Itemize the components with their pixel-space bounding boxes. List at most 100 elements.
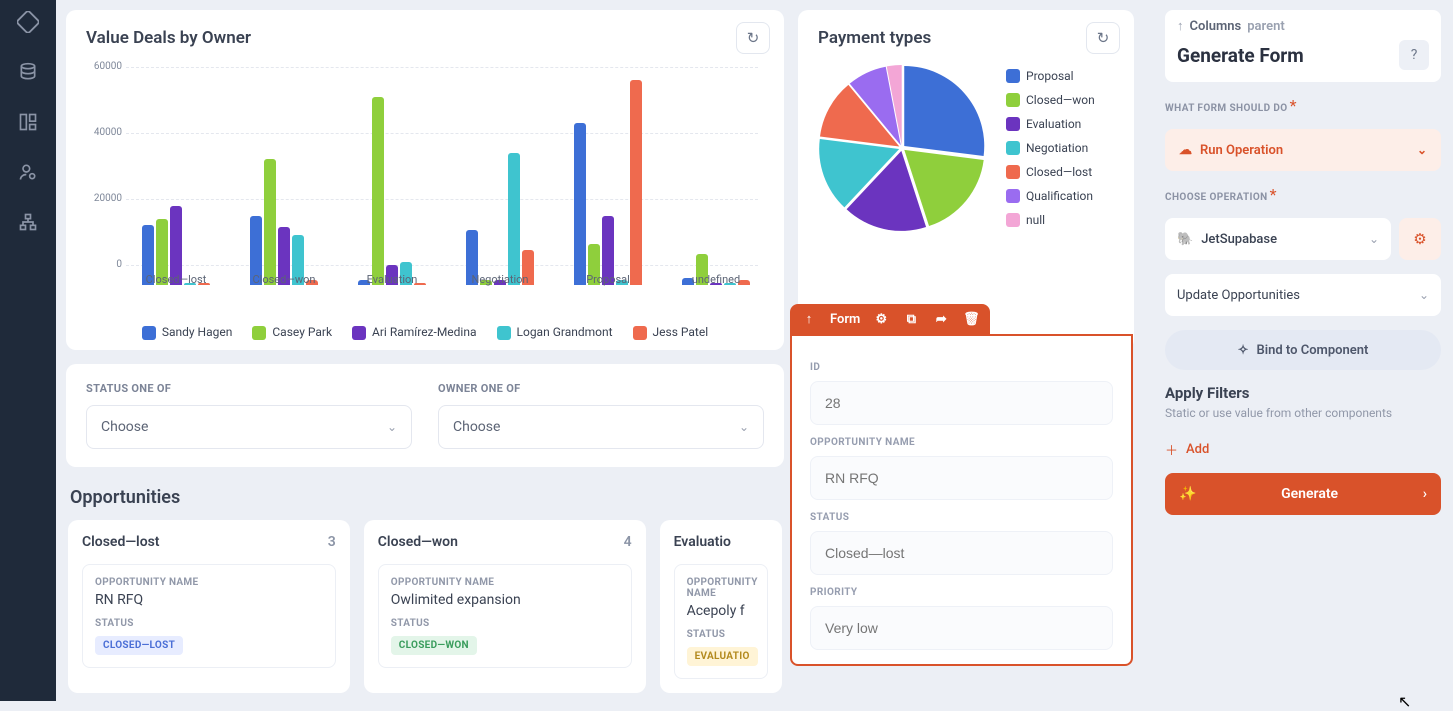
opportunity-name: Owlimited expansion [391,592,619,608]
operation-action-select[interactable]: Update Opportunities ⌄ [1165,274,1441,316]
form-selection-toolbar: ↑ Form ⚙ ⧉ ➦ 🗑 [790,304,990,334]
chevron-down-icon: ⌄ [1417,143,1427,157]
chevron-down-icon: ⌄ [1369,232,1379,246]
column-title: Evaluatio [674,534,731,550]
pie-chart-card: Payment types ↻ ProposalClosed—wonEvalua… [798,10,1134,350]
bar-chart-legend: Sandy HagenCasey ParkAri Ramírez-MedinaL… [86,325,764,340]
gear-icon[interactable]: ⚙ [872,310,890,328]
opportunity-name: RN RFQ [95,592,323,608]
form-component[interactable]: ID OPPORTUNITY NAME STATUS PRIORITY [790,334,1133,666]
pie-legend: ProposalClosed—wonEvaluationNegotiationC… [1006,69,1095,227]
chooseop-label: CHOOSE OPERATION [1165,192,1268,203]
panel-title: Generate Form [1177,44,1304,67]
form-status-label: STATUS [810,512,1113,523]
add-filter-button[interactable]: ＋ Add [1165,440,1441,459]
status-filter-label: STATUS ONE OF [86,382,412,395]
kanban-column: Evaluatio OPPORTUNITY NAME Acepoly f STATUS… [660,520,782,693]
chevron-right-icon: › [1423,486,1427,502]
right-panel: ↑ Columns parent Generate Form ? WHAT FO… [1153,0,1453,701]
layout-icon[interactable] [14,108,42,136]
operation-source-select[interactable]: 🐘 JetSupabase ⌄ [1165,218,1391,260]
form-id-input[interactable] [810,381,1113,425]
field-label: STATUS [391,618,619,629]
chevron-down-icon: ⌄ [1419,288,1429,302]
bar-chart-plot: 0200004000060000Closed—lostClosed—wonEva… [126,60,764,285]
pie-chart [818,64,986,232]
opportunity-name: Acepoly f [687,603,755,619]
field-label: STATUS [95,618,323,629]
magic-wand-icon: ✨ [1179,486,1196,502]
form-name-label: OPPORTUNITY NAME [810,437,1113,448]
generate-label: Generate [1196,486,1422,502]
bar-chart-card: Value Deals by Owner ↻ 0200004000060000C… [66,10,784,350]
form-priority-label: PRIORITY [810,587,1113,598]
field-label: OPPORTUNITY NAME [95,577,323,588]
run-operation-select[interactable]: ☁ Run Operation ⌄ [1165,129,1441,171]
bind-label: Bind to Component [1256,343,1368,358]
opportunity-card[interactable]: OPPORTUNITY NAMERN RFQSTATUSCLOSED—LOST [82,564,336,668]
opportunities-heading: Opportunities [70,487,782,508]
form-name-input[interactable] [810,456,1113,500]
field-label: STATUS [687,629,755,640]
plus-icon: ＋ [1165,440,1178,459]
sitemap-icon[interactable] [14,208,42,236]
field-label: OPPORTUNITY NAME [391,577,619,588]
filters-card: STATUS ONE OF Choose ⌄ OWNER ONE OF Choo… [66,364,784,467]
add-filter-label: Add [1186,442,1209,457]
form-status-input[interactable] [810,531,1113,575]
column-title: Closed—lost [82,534,160,550]
arrow-up-icon: ↑ [1177,18,1184,34]
kanban-column: Closed—lost 3 OPPORTUNITY NAME RN RFQ STATUS… [68,520,350,693]
status-badge: CLOSED—WON [391,636,477,655]
status-badge: EVALUATIO [687,647,758,666]
column-count: 3 [328,534,336,550]
column-title: Closed—won [378,534,458,550]
apply-filters-sub: Static or use value from other component… [1165,406,1441,420]
run-operation-label: Run Operation [1200,143,1283,158]
status-filter-value: Choose [101,419,148,435]
apply-filters-heading: Apply Filters [1165,384,1441,402]
breadcrumb-current: Columns [1190,19,1242,34]
required-mark: * [1290,96,1297,115]
postgres-icon: 🐘 [1177,232,1193,247]
copy-icon[interactable]: ⧉ [902,310,920,328]
operation-settings-button[interactable]: ⚙ [1399,218,1441,260]
field-label: OPPORTUNITY NAME [687,577,755,599]
gear-icon: ⚙ [1413,230,1426,248]
breadcrumb-parent: parent [1247,19,1284,34]
arrow-up-icon[interactable]: ↑ [800,310,818,328]
generate-button[interactable]: ✨ Generate › [1165,473,1441,515]
opportunity-card[interactable]: OPPORTUNITY NAME Owlimited expansion STATU… [378,564,632,668]
whatdo-label: WHAT FORM SHOULD DO [1165,103,1288,114]
ruler-icon[interactable] [14,8,42,36]
pie-chart-title: Payment types [818,28,1114,48]
bind-to-component-button[interactable]: ✧ Bind to Component [1165,330,1441,370]
help-button[interactable]: ? [1399,40,1429,70]
chevron-down-icon: ⌄ [387,420,397,434]
kanban-column: Closed—won 4 OPPORTUNITY NAME Owlimited exp… [364,520,646,693]
pie-refresh-button[interactable]: ↻ [1086,22,1120,54]
opportunity-card[interactable]: OPPORTUNITY NAME Acepoly f STATUS EVALUATIO [674,564,768,679]
operation-source-value: JetSupabase [1201,232,1277,247]
column-count: 4 [624,534,632,550]
owner-filter-value: Choose [453,419,500,435]
user-cog-icon[interactable] [14,158,42,186]
trash-icon[interactable]: 🗑 [962,310,980,328]
database-icon[interactable] [14,58,42,86]
form-id-label: ID [810,362,1113,373]
breadcrumb-card: ↑ Columns parent Generate Form ? [1165,10,1441,82]
operation-action-value: Update Opportunities [1177,288,1300,303]
cloud-upload-icon: ☁ [1179,143,1192,158]
left-rail [0,0,56,701]
status-filter-select[interactable]: Choose ⌄ [86,405,412,449]
bar-chart-title: Value Deals by Owner [86,28,764,48]
bar-refresh-button[interactable]: ↻ [736,22,770,54]
breadcrumb[interactable]: ↑ Columns parent [1177,18,1429,34]
opportunities-section: Opportunities Closed—lost 3 OPPORTUNITY NA… [66,481,784,693]
owner-filter-label: OWNER ONE OF [438,382,764,395]
share-icon[interactable]: ➦ [932,310,950,328]
form-priority-input[interactable] [810,606,1113,650]
owner-filter-select[interactable]: Choose ⌄ [438,405,764,449]
form-selection-label: Form [830,312,860,327]
chevron-down-icon: ⌄ [739,420,749,434]
